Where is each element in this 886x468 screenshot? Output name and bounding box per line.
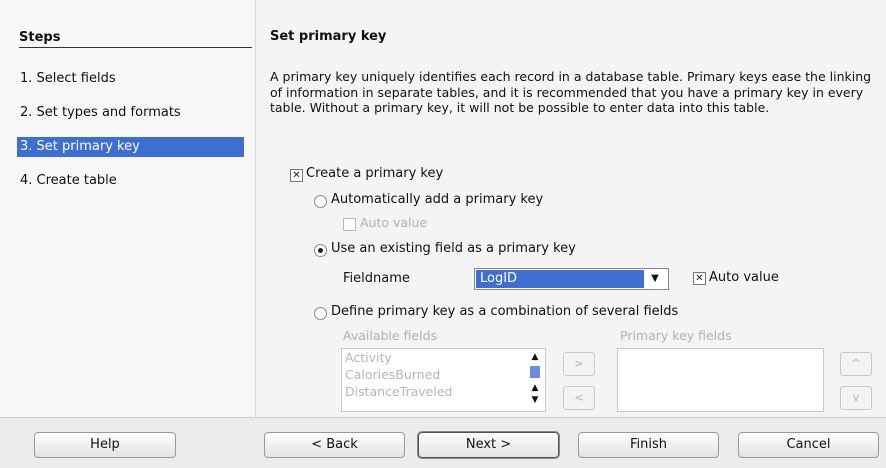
fieldname-selected-value: LogID (476, 270, 644, 288)
description-text: A primary key uniquely identifies each r… (270, 69, 872, 115)
use-existing-field-label[interactable]: Use an existing field as a primary key (331, 241, 576, 256)
auto-value-checkbox[interactable]: ✕ (693, 272, 706, 285)
cancel-button[interactable]: Cancel (738, 432, 879, 458)
available-fields-label: Available fields (343, 328, 438, 343)
use-existing-field-radio[interactable] (314, 244, 327, 257)
step-set-types-and-formats[interactable]: 2. Set types and formats (17, 103, 244, 123)
scroll-down-icon[interactable]: ▼ (528, 395, 542, 405)
auto-value-checkbox-disabled (343, 218, 356, 231)
add-field-button: > (563, 352, 595, 376)
back-button[interactable]: < Back (264, 432, 405, 458)
list-item[interactable]: CaloriesBurned (342, 366, 545, 383)
page-title: Set primary key (270, 29, 387, 44)
scroll-up-icon[interactable]: ▲ (528, 352, 542, 362)
available-fields-scrollbar[interactable]: ▲ ▲ ▼ (528, 350, 542, 410)
move-up-button: ^ (840, 352, 872, 376)
dropdown-arrow-icon[interactable]: ▼ (646, 271, 664, 287)
step-set-primary-key[interactable]: 3. Set primary key (17, 137, 244, 157)
step-create-table[interactable]: 4. Create table (17, 171, 244, 191)
create-primary-key-checkbox[interactable]: ✕ (290, 169, 303, 182)
scroll-up-icon[interactable]: ▲ (528, 383, 542, 393)
available-fields-list[interactable]: Activity CaloriesBurned DistanceTraveled (341, 348, 546, 412)
move-down-button: v (840, 386, 872, 410)
list-item[interactable]: Activity (342, 349, 545, 366)
steps-sidebar (0, 0, 256, 417)
auto-add-primary-key-radio[interactable] (314, 195, 327, 208)
next-button[interactable]: Next > (418, 432, 559, 458)
finish-button[interactable]: Finish (578, 432, 719, 458)
list-item[interactable]: DistanceTraveled (342, 383, 545, 400)
primary-key-fields-list[interactable] (617, 348, 824, 412)
auto-value-label-disabled: Auto value (360, 215, 428, 230)
combination-primary-key-label[interactable]: Define primary key as a combination of s… (331, 304, 678, 319)
fieldname-label: Fieldname (343, 271, 410, 286)
auto-add-primary-key-label[interactable]: Automatically add a primary key (331, 192, 543, 207)
fieldname-dropdown[interactable]: LogID ▼ (474, 268, 669, 290)
steps-title: Steps (19, 30, 61, 45)
create-primary-key-label[interactable]: Create a primary key (306, 166, 443, 181)
step-select-fields[interactable]: 1. Select fields (17, 69, 244, 89)
help-button[interactable]: Help (34, 432, 176, 458)
combination-primary-key-radio[interactable] (314, 307, 327, 320)
auto-value-label[interactable]: Auto value (709, 270, 779, 285)
primary-key-fields-label: Primary key fields (620, 328, 732, 343)
remove-field-button: < (563, 386, 595, 410)
scrollbar-thumb[interactable] (530, 366, 540, 378)
steps-divider (19, 47, 252, 48)
